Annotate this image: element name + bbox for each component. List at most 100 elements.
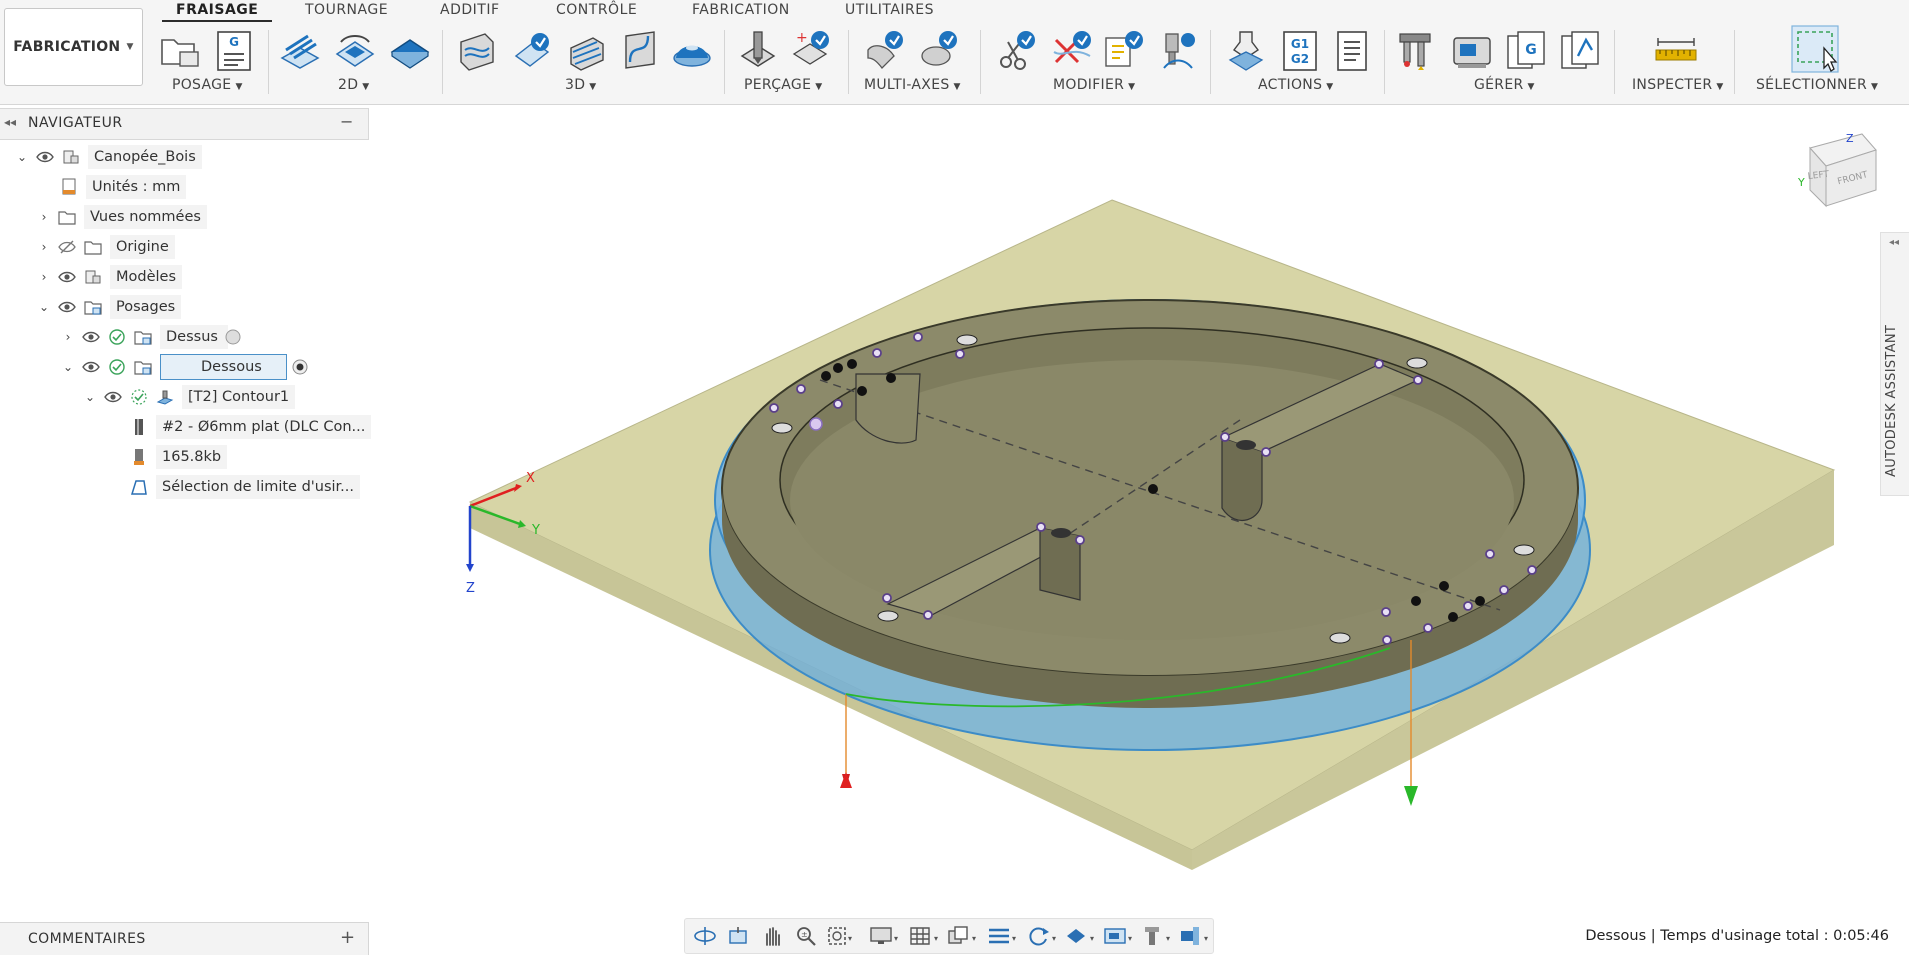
- tree-origin[interactable]: › Origine: [36, 234, 175, 260]
- expand-arrow-icon[interactable]: ⌄: [82, 390, 98, 404]
- 2d-face-icon[interactable]: [388, 28, 432, 72]
- tool-orientation-icon[interactable]: [1156, 28, 1200, 72]
- tab-fabrication[interactable]: FABRICATION: [692, 0, 790, 20]
- tab-controle[interactable]: CONTRÔLE: [556, 0, 637, 20]
- zoom-icon[interactable]: ±: [795, 925, 817, 947]
- simulate-icon[interactable]: [1224, 28, 1268, 72]
- group-modifier[interactable]: MODIFIER ▼: [1053, 77, 1135, 93]
- group-gerer[interactable]: GÉRER ▼: [1474, 77, 1535, 93]
- group-posage-label: POSAGE: [172, 77, 232, 93]
- orbit-icon[interactable]: [693, 925, 717, 947]
- comments-panel[interactable]: COMMENTAIRES +: [0, 922, 369, 955]
- setup-sheet-icon[interactable]: [1330, 28, 1374, 72]
- stock-display-icon[interactable]: ▾: [1065, 925, 1099, 947]
- look-at-icon[interactable]: [727, 925, 749, 947]
- workspace-switcher[interactable]: FABRICATION ▼: [4, 8, 143, 86]
- tool-display-icon[interactable]: ▾: [1141, 925, 1175, 947]
- toolpath-display-icon[interactable]: ▾: [1179, 925, 1213, 947]
- group-posage[interactable]: POSAGE ▼: [172, 77, 243, 93]
- multiaxis-contour-icon[interactable]: [918, 28, 962, 72]
- eye-icon[interactable]: [58, 298, 76, 316]
- group-2d[interactable]: 2D ▼: [338, 77, 370, 93]
- tree-operation-contour[interactable]: ⌄ [T2] Contour1: [82, 384, 296, 410]
- tab-tournage[interactable]: TOURNAGE: [305, 0, 388, 20]
- inactive-radio-icon[interactable]: [224, 328, 242, 346]
- tree-setup-dessous[interactable]: ⌄ Dessous: [60, 354, 317, 380]
- active-radio-icon[interactable]: [291, 358, 309, 376]
- expand-assistant-icon[interactable]: ◂◂: [1889, 237, 1899, 248]
- template-library-icon[interactable]: [1558, 28, 1602, 72]
- 3d-viewport[interactable]: X Y Z LEFT FRONT Z Y X: [370, 106, 1878, 914]
- tree-filesize[interactable]: 165.8kb: [130, 444, 228, 470]
- tab-fraisage[interactable]: FRAISAGE: [162, 0, 273, 22]
- tree-root[interactable]: ⌄ Canopée_Bois: [14, 144, 202, 170]
- display-settings-icon[interactable]: ▾: [869, 925, 903, 947]
- autodesk-assistant-tab[interactable]: ◂◂ AUTODESK ASSISTANT: [1880, 232, 1909, 496]
- tree-setups[interactable]: ⌄ Posages: [36, 294, 182, 320]
- group-selectionner[interactable]: SÉLECTIONNER ▼: [1756, 77, 1878, 93]
- edit-fixture-icon[interactable]: [1102, 28, 1146, 72]
- group-percage[interactable]: PERÇAGE ▼: [744, 77, 822, 93]
- tree-label-selected: Dessous: [160, 354, 287, 380]
- expand-arrow-icon[interactable]: ›: [60, 330, 76, 344]
- tree-tool[interactable]: #2 - Ø6mm plat (DLC Con...: [130, 414, 372, 440]
- post-process-icon[interactable]: G1 G2: [1278, 28, 1322, 72]
- expand-arrow-icon[interactable]: ⌄: [60, 360, 76, 374]
- select-icon[interactable]: [1790, 24, 1840, 74]
- sections-icon[interactable]: ▾: [987, 925, 1021, 947]
- g-code-icon[interactable]: G: [212, 28, 256, 72]
- group-multi-axes[interactable]: MULTI-AXES ▼: [864, 77, 961, 93]
- tool-library-icon[interactable]: [1396, 28, 1440, 72]
- trim-icon[interactable]: [994, 28, 1038, 72]
- eye-icon[interactable]: [104, 388, 122, 406]
- eye-hidden-icon[interactable]: [58, 238, 76, 256]
- expand-arrow-icon[interactable]: ›: [36, 210, 52, 224]
- group-2d-label: 2D: [338, 77, 359, 93]
- collapse-panel-icon[interactable]: ◂◂: [4, 115, 16, 129]
- triad-y-label: Y: [531, 523, 540, 538]
- toolbar: FABRICATION ▼ FRAISAGE TOURNAGE ADDITIF …: [0, 0, 1909, 105]
- viewports-icon[interactable]: ▾: [947, 925, 981, 947]
- 3d-scallop-icon[interactable]: [670, 28, 714, 72]
- 2d-pocket-icon[interactable]: [333, 28, 377, 72]
- expand-arrow-icon[interactable]: ⌄: [36, 300, 52, 314]
- view-cube[interactable]: LEFT FRONT Z Y X: [1797, 132, 1878, 208]
- 3d-parallel-icon[interactable]: [565, 28, 609, 72]
- delete-toolpath-icon[interactable]: [1050, 28, 1094, 72]
- add-comment-button[interactable]: +: [340, 927, 355, 948]
- tree-models[interactable]: › Modèles: [36, 264, 183, 290]
- 3d-pocket-icon[interactable]: [510, 28, 554, 72]
- fit-icon[interactable]: ▾: [827, 925, 857, 947]
- setup-folder-icon[interactable]: [158, 28, 202, 72]
- eye-icon[interactable]: [82, 328, 100, 346]
- drill-icon[interactable]: [736, 28, 780, 72]
- minimize-icon[interactable]: −: [340, 112, 353, 131]
- swarf-icon[interactable]: [864, 28, 908, 72]
- tree-units[interactable]: Unités : mm: [60, 174, 187, 200]
- eye-icon[interactable]: [36, 148, 54, 166]
- eye-icon[interactable]: [58, 268, 76, 286]
- 3d-adaptive-icon[interactable]: [455, 28, 499, 72]
- eye-icon[interactable]: [82, 358, 100, 376]
- expand-arrow-icon[interactable]: ⌄: [14, 150, 30, 164]
- group-3d[interactable]: 3D ▼: [565, 77, 597, 93]
- tab-additif[interactable]: ADDITIF: [440, 0, 500, 20]
- tree-setup-dessus[interactable]: › Dessus: [60, 324, 250, 350]
- 3d-contour-icon[interactable]: [618, 28, 662, 72]
- tab-utilitaires[interactable]: UTILITAIRES: [845, 0, 934, 20]
- group-inspecter[interactable]: INSPECTER ▼: [1632, 77, 1724, 93]
- post-library-icon[interactable]: G: [1504, 28, 1548, 72]
- 2d-adaptive-icon[interactable]: [278, 28, 322, 72]
- tree-boundary[interactable]: Sélection de limite d'usir...: [130, 474, 361, 500]
- expand-arrow-icon[interactable]: ›: [36, 240, 52, 254]
- tree-named-views[interactable]: › Vues nommées: [36, 204, 207, 230]
- group-actions[interactable]: ACTIONS ▼: [1258, 77, 1334, 93]
- expand-arrow-icon[interactable]: ›: [36, 270, 52, 284]
- grid-icon[interactable]: ▾: [909, 925, 943, 947]
- refresh-icon[interactable]: ▾: [1027, 925, 1061, 947]
- pan-icon[interactable]: [761, 925, 783, 947]
- machine-display-icon[interactable]: ▾: [1103, 925, 1137, 947]
- hole-recognition-icon[interactable]: +: [790, 28, 834, 72]
- measure-icon[interactable]: [1654, 28, 1698, 72]
- machine-library-icon[interactable]: [1450, 28, 1494, 72]
